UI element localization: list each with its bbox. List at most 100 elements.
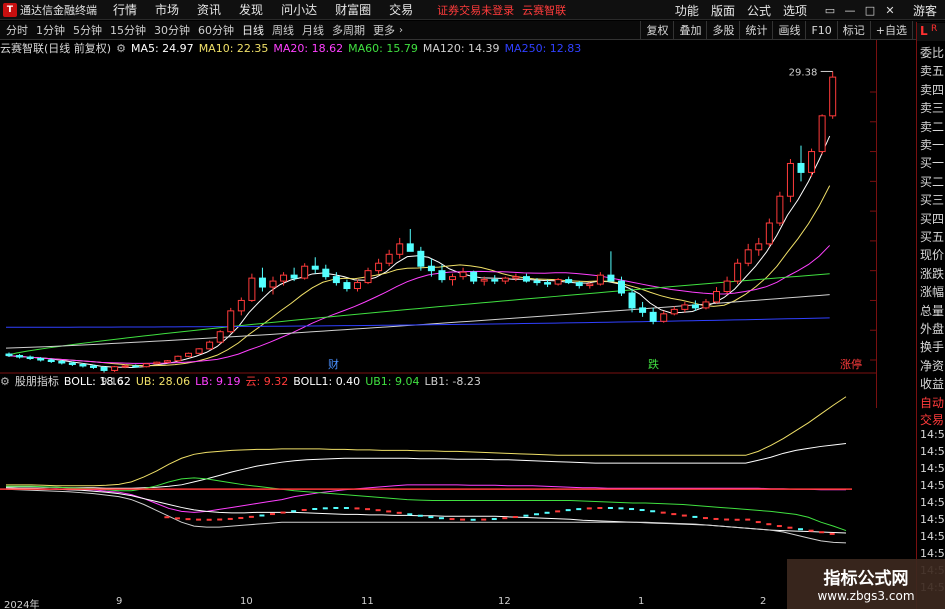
- tool-mark[interactable]: 标记: [836, 21, 870, 40]
- event-mark: 财: [328, 357, 339, 371]
- settings-gear-icon[interactable]: ⚙: [116, 42, 126, 55]
- menu-options[interactable]: 选项: [783, 2, 807, 19]
- side-panel-item[interactable]: 14:56: [920, 547, 945, 560]
- app-window: T 通达信金融终端 行情 市场 资讯 发现 问小达 财富圈 交易 证券交易未登录…: [0, 0, 945, 609]
- side-panel-item[interactable]: 涨幅: [920, 283, 944, 300]
- candle-body: [776, 195, 784, 224]
- side-panel-item[interactable]: 14:56: [920, 496, 945, 509]
- indicator-name[interactable]: 股朋指标: [15, 373, 59, 389]
- side-panel-item[interactable]: 卖一: [920, 136, 944, 153]
- period-60min[interactable]: 60分钟: [198, 22, 234, 38]
- side-level-label[interactable]: L: [920, 24, 928, 38]
- candle-body: [702, 301, 710, 309]
- candle-body: [290, 274, 298, 279]
- menu-function[interactable]: 功能: [675, 2, 699, 19]
- app-logo: T: [3, 2, 17, 17]
- menu-trade[interactable]: 交易: [389, 1, 413, 18]
- indicator-mark: [238, 517, 244, 520]
- candle-body: [142, 363, 150, 368]
- tool-stats[interactable]: 统计: [739, 21, 772, 40]
- side-panel-item[interactable]: 14:56: [920, 462, 945, 475]
- side-panel-item[interactable]: 14:56: [920, 445, 945, 458]
- login-warning[interactable]: 证券交易未登录: [437, 2, 514, 18]
- side-panel-item[interactable]: 净资: [920, 357, 944, 374]
- side-panel-item[interactable]: 外盘: [920, 320, 944, 337]
- date-axis-label: 2: [760, 596, 767, 607]
- side-panel-item[interactable]: 卖五: [920, 62, 944, 79]
- indicator-mark: [724, 518, 730, 521]
- side-panel-item[interactable]: 买五: [920, 228, 944, 245]
- period-30min[interactable]: 30分钟: [154, 22, 190, 38]
- menu-ask[interactable]: 问小达: [281, 1, 317, 18]
- tool-overlay[interactable]: 叠加: [673, 21, 706, 40]
- tool-multi-stock[interactable]: 多股: [706, 21, 739, 40]
- side-panel-item[interactable]: 14:56: [920, 479, 945, 492]
- candle-body: [797, 162, 805, 173]
- period-15min[interactable]: 15分钟: [110, 22, 146, 38]
- side-panel-item[interactable]: 换手: [920, 338, 944, 355]
- menu-layout[interactable]: 版面: [711, 2, 735, 19]
- side-panel-item[interactable]: 总量: [920, 302, 944, 319]
- side-panel-item[interactable]: 卖二: [920, 118, 944, 135]
- side-panel-item[interactable]: 14:56: [920, 513, 945, 526]
- period-monthly[interactable]: 月线: [302, 22, 324, 38]
- side-panel-item[interactable]: 买三: [920, 191, 944, 208]
- period-5min[interactable]: 5分钟: [73, 22, 102, 38]
- menu-news[interactable]: 资讯: [197, 1, 221, 18]
- indicator-mark: [417, 514, 423, 517]
- candle-body: [501, 277, 509, 282]
- window-maximize-icon[interactable]: □: [861, 2, 879, 18]
- main-chart-header: 云赛智联(日线 前复权) ⚙ MA5: 24.97 MA10: 22.35 MA…: [0, 40, 586, 56]
- period-daily[interactable]: 日线: [242, 22, 264, 38]
- side-panel-item[interactable]: 买二: [920, 173, 944, 190]
- menu-market-quotes[interactable]: 行情: [113, 1, 137, 18]
- stock-name-label[interactable]: 云赛智联(日线 前复权): [0, 40, 111, 56]
- side-panel-item[interactable]: 14:56: [920, 428, 945, 441]
- candle-body: [353, 282, 361, 290]
- side-panel-item[interactable]: 收益: [920, 375, 944, 392]
- period-1min[interactable]: 1分钟: [36, 22, 65, 38]
- side-panel-item[interactable]: 涨跌: [920, 265, 944, 282]
- side-panel-item[interactable]: 自动: [920, 394, 944, 411]
- tool-adjust[interactable]: 复权: [640, 21, 673, 40]
- guest-label[interactable]: 游客: [913, 2, 937, 19]
- side-r-label[interactable]: R: [931, 24, 937, 34]
- period-multi[interactable]: 多周期: [332, 22, 365, 38]
- ma10-value: MA10: 22.35: [198, 41, 269, 55]
- menu-discover[interactable]: 发现: [239, 1, 263, 18]
- tool-draw[interactable]: 画线: [772, 21, 805, 40]
- window-minimize-icon[interactable]: —: [841, 2, 859, 18]
- side-panel-item[interactable]: 卖四: [920, 81, 944, 98]
- menu-formula[interactable]: 公式: [747, 2, 771, 19]
- side-panel-item[interactable]: 委比: [920, 44, 944, 61]
- indicator-mark: [660, 511, 666, 514]
- menu-market[interactable]: 市场: [155, 1, 179, 18]
- candle-body: [723, 280, 731, 293]
- candle-body: [459, 271, 467, 278]
- period-weekly[interactable]: 周线: [272, 22, 294, 38]
- period-intraday[interactable]: 分时: [6, 22, 28, 38]
- side-panel-item[interactable]: 交易: [920, 411, 944, 428]
- candle-body: [58, 360, 66, 364]
- window-close-icon[interactable]: ✕: [881, 2, 899, 18]
- tool-f10[interactable]: F10: [805, 21, 836, 40]
- side-panel-item[interactable]: 14:56: [920, 530, 945, 543]
- stock-title-link[interactable]: 云赛智联: [522, 2, 566, 18]
- indicator-settings-icon[interactable]: ⚙: [0, 375, 10, 388]
- menu-wealth-circle[interactable]: 财富圈: [335, 1, 371, 18]
- candle-body: [470, 271, 478, 282]
- side-panel-item[interactable]: 卖三: [920, 99, 944, 116]
- candle-body: [670, 308, 678, 315]
- window-restore-icon[interactable]: ▭: [821, 2, 839, 18]
- candle-body: [449, 276, 457, 281]
- side-panel-item[interactable]: 买一: [920, 154, 944, 171]
- tool-add-watchlist[interactable]: +自选: [869, 21, 912, 40]
- side-panel-item[interactable]: 现价: [920, 246, 944, 263]
- side-panel-item[interactable]: 买四: [920, 210, 944, 227]
- chevron-right-icon[interactable]: ›: [399, 25, 403, 36]
- chart-canvas[interactable]: 28.0026.0024.0022.0020.0018.0016.0014.00…: [0, 40, 876, 596]
- period-more[interactable]: 更多: [373, 22, 395, 38]
- candle-body: [586, 283, 594, 287]
- indicator-mark: [555, 510, 561, 513]
- candle-body: [734, 262, 742, 282]
